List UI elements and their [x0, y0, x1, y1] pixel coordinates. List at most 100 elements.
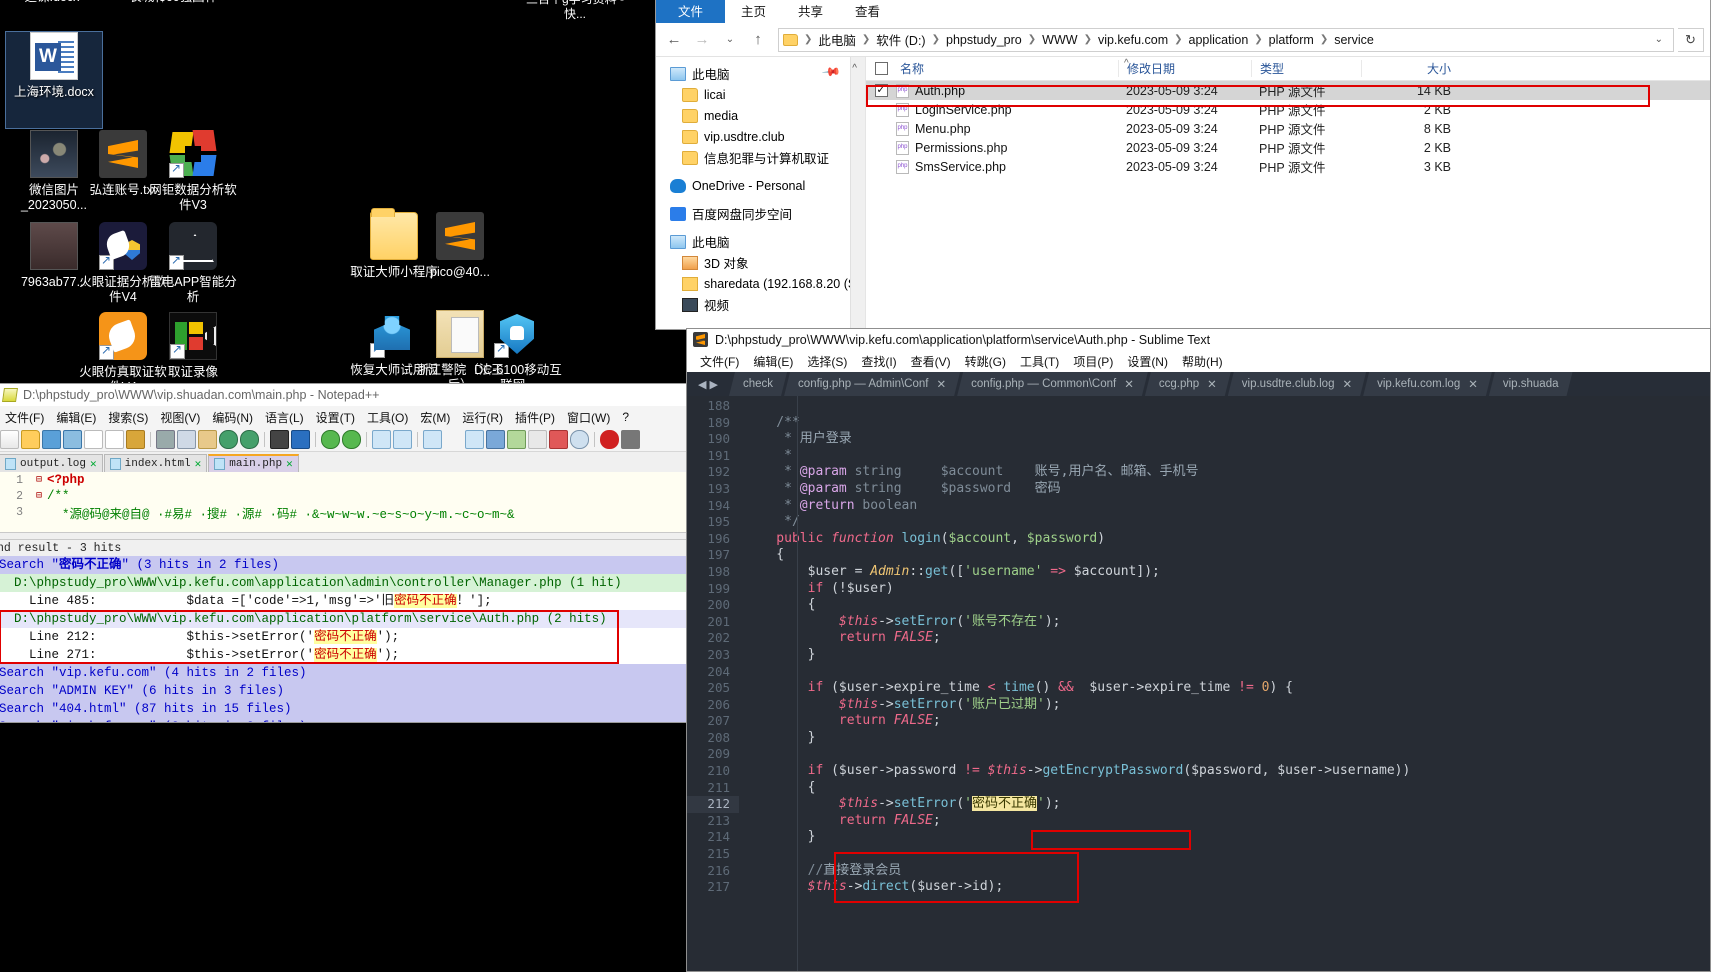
tab-scroll-arrows[interactable]: ◀ ▶ — [687, 372, 729, 396]
tree-item-onedrive[interactable]: OneDrive - Personal — [656, 175, 865, 196]
table-row[interactable]: Menu.php 2023-05-09 3:24 PHP 源文件 8 KB — [866, 119, 1710, 138]
breadcrumb-item-6[interactable]: platform — [1266, 33, 1317, 47]
breadcrumb-item-4[interactable]: vip.kefu.com — [1095, 33, 1171, 47]
tree-item-videos[interactable]: 视频 — [656, 294, 865, 315]
menu-file[interactable]: 文件(F) — [693, 351, 746, 372]
desktop-icon-leidian-app[interactable]: 雷电APP智能分析 — [145, 222, 241, 305]
menu-window[interactable]: 窗口(W) — [561, 407, 616, 428]
sync-scroll-horizontal-icon[interactable] — [393, 430, 412, 449]
result-search-header[interactable]: Search "密码不正确" (3 hits in 2 files) — [0, 556, 687, 574]
sublime-tab-check[interactable]: check — [729, 372, 787, 396]
explorer-ribbon-tabs[interactable]: 文件 主页 共享 查看 — [656, 0, 1710, 23]
document-map-icon[interactable] — [507, 430, 526, 449]
desktop-icon-wangju-v3[interactable]: 网钜数据分析软件V3 — [145, 130, 241, 213]
tree-item-licai[interactable]: licai — [656, 84, 865, 105]
panel-splitter[interactable] — [0, 532, 687, 540]
find-icon[interactable] — [270, 430, 289, 449]
ribbon-tab-file[interactable]: 文件 — [656, 0, 726, 23]
file-name-cell[interactable]: Auth.php — [896, 83, 1118, 98]
sublime-tab-config-common[interactable]: config.php — Common\Conf ✕ — [957, 372, 1148, 396]
desktop-icon-label-300g-learning[interactable]: 三百个g学习资料 - 快... — [515, 0, 635, 22]
file-name-cell[interactable]: SmsService.php — [896, 159, 1118, 174]
menu-macro[interactable]: 宏(M) — [414, 407, 456, 428]
menu-edit[interactable]: 编辑(E) — [50, 407, 102, 428]
menu-find[interactable]: 查找(I) — [854, 351, 903, 372]
menu-settings[interactable]: 设置(T) — [310, 407, 361, 428]
paste-icon[interactable] — [198, 430, 217, 449]
column-header-type[interactable]: 类型 — [1251, 60, 1361, 77]
close-all-icon[interactable] — [105, 430, 124, 449]
indent-guide-icon[interactable] — [465, 430, 484, 449]
file-list-header[interactable]: 名称 修改日期 类型 大小 ^ — [866, 57, 1710, 81]
tree-item-baidu-netdisk[interactable]: 百度网盘同步空间 — [656, 203, 865, 224]
folder-as-workspace-icon[interactable] — [549, 430, 568, 449]
table-row[interactable]: SmsService.php 2023-05-09 3:24 PHP 源文件 3… — [866, 157, 1710, 176]
close-icon[interactable]: ✕ — [286, 457, 293, 471]
fold-marker-icon[interactable]: ⊟ — [31, 490, 47, 502]
explorer-navigation-pane[interactable]: 📌 ^ 此电脑 licai media vip.usdtre.club 信息犯罪… — [656, 57, 866, 329]
user-defined-language-icon[interactable] — [486, 430, 505, 449]
sublime-editor[interactable]: 188 189 190 191 192 193 194 195 196 197 … — [687, 396, 1710, 971]
menu-encoding[interactable]: 编码(N) — [206, 407, 259, 428]
tree-scrollbar[interactable] — [850, 57, 865, 329]
copy-icon[interactable] — [177, 430, 196, 449]
notepadpp-menu-bar[interactable]: 文件(F) 编辑(E) 搜索(S) 视图(V) 编码(N) 语言(L) 设置(T… — [0, 406, 687, 428]
breadcrumb-item-7[interactable]: service — [1331, 33, 1377, 47]
file-name-cell[interactable]: Permissions.php — [896, 140, 1118, 155]
table-row[interactable]: Permissions.php 2023-05-09 3:24 PHP 源文件 … — [866, 138, 1710, 157]
sublime-tab-config-admin[interactable]: config.php — Admin\Conf ✕ — [784, 372, 960, 396]
menu-preferences[interactable]: 设置(N) — [1120, 351, 1175, 372]
result-search-header[interactable]: Search "vip.kefu.com" (4 hits in 2 files… — [0, 664, 687, 682]
column-header-name[interactable]: 名称 — [896, 60, 1118, 77]
close-icon[interactable]: ✕ — [936, 377, 946, 391]
close-icon[interactable]: ✕ — [1468, 377, 1478, 391]
chevron-right-icon[interactable]: ▶ — [710, 378, 718, 391]
breadcrumb-item-2[interactable]: phpstudy_pro — [943, 33, 1025, 47]
breadcrumb-item-3[interactable]: WWW — [1039, 33, 1080, 47]
result-hit-line[interactable]: Line 212: $this->setError('密码不正确'); — [0, 628, 687, 646]
breadcrumb-item-1[interactable]: 软件 (D:) — [873, 30, 928, 49]
menu-tools[interactable]: 工具(O) — [361, 407, 414, 428]
notepadpp-window[interactable]: D:\phpstudy_pro\WWW\vip.shuadan.com\main… — [0, 383, 688, 723]
row-checkbox[interactable]: ✓ — [866, 84, 896, 97]
menu-goto[interactable]: 转跳(G) — [958, 351, 1013, 372]
explorer-navigation-bar[interactable]: ← → ⌄ ↑ ❯ 此电脑 ❯ 软件 (D:) ❯ phpstudy_pro ❯… — [656, 23, 1710, 57]
forward-arrow-icon[interactable]: → — [690, 28, 714, 52]
menu-help[interactable]: ? — [616, 408, 635, 426]
menu-view[interactable]: 视图(V) — [154, 407, 206, 428]
table-row[interactable]: LoginService.php 2023-05-09 3:24 PHP 源文件… — [866, 100, 1710, 119]
sublime-tab-ccg-php[interactable]: ccg.php ✕ — [1145, 372, 1231, 396]
open-file-icon[interactable] — [21, 430, 40, 449]
close-icon[interactable]: ✕ — [1342, 377, 1352, 391]
fold-marker-icon[interactable]: ⊟ — [31, 474, 47, 486]
close-icon[interactable]: ✕ — [195, 457, 202, 471]
ribbon-tab-share[interactable]: 共享 — [782, 0, 839, 23]
menu-view[interactable]: 查看(V) — [904, 351, 958, 372]
column-header-date[interactable]: 修改日期 — [1118, 60, 1251, 77]
close-icon[interactable]: ✕ — [1207, 377, 1217, 391]
menu-plugins[interactable]: 插件(P) — [509, 407, 561, 428]
save-icon[interactable] — [42, 430, 61, 449]
tree-item-this-pc-2[interactable]: 此电脑 — [656, 231, 865, 252]
tree-item-media[interactable]: media — [656, 105, 865, 126]
monitoring-icon[interactable] — [570, 430, 589, 449]
up-arrow-icon[interactable]: ↑ — [746, 28, 770, 52]
sublime-text-window[interactable]: D:\phpstudy_pro\WWW\vip.kefu.com\applica… — [686, 328, 1711, 972]
menu-search[interactable]: 搜索(S) — [102, 407, 154, 428]
sublime-code-area[interactable]: /** * 用户登录 * * @param string $account 账号… — [739, 396, 1710, 971]
result-search-header[interactable]: Search "ADMIN KEY" (6 hits in 3 files) — [0, 682, 687, 700]
sublime-tab-shuadan[interactable]: vip.shuada — [1489, 372, 1573, 396]
ribbon-tab-view[interactable]: 查看 — [839, 0, 896, 23]
close-icon[interactable]: ✕ — [1124, 377, 1134, 391]
breadcrumb-item-5[interactable]: application — [1186, 33, 1252, 47]
cut-icon[interactable] — [156, 430, 175, 449]
notepadpp-find-results-panel[interactable]: Search "密码不正确" (3 hits in 2 files) D:\ph… — [0, 556, 687, 722]
select-all-checkbox[interactable] — [866, 62, 896, 75]
result-search-header[interactable]: Search "404.html" (87 hits in 15 files) — [0, 700, 687, 718]
word-wrap-icon[interactable] — [423, 430, 442, 449]
ribbon-tab-home[interactable]: 主页 — [725, 0, 782, 23]
sublime-menu-bar[interactable]: 文件(F) 编辑(E) 选择(S) 查找(I) 查看(V) 转跳(G) 工具(T… — [687, 350, 1710, 372]
menu-tools[interactable]: 工具(T) — [1013, 351, 1066, 372]
file-name-cell[interactable]: Menu.php — [896, 121, 1118, 136]
new-file-icon[interactable] — [0, 430, 19, 449]
